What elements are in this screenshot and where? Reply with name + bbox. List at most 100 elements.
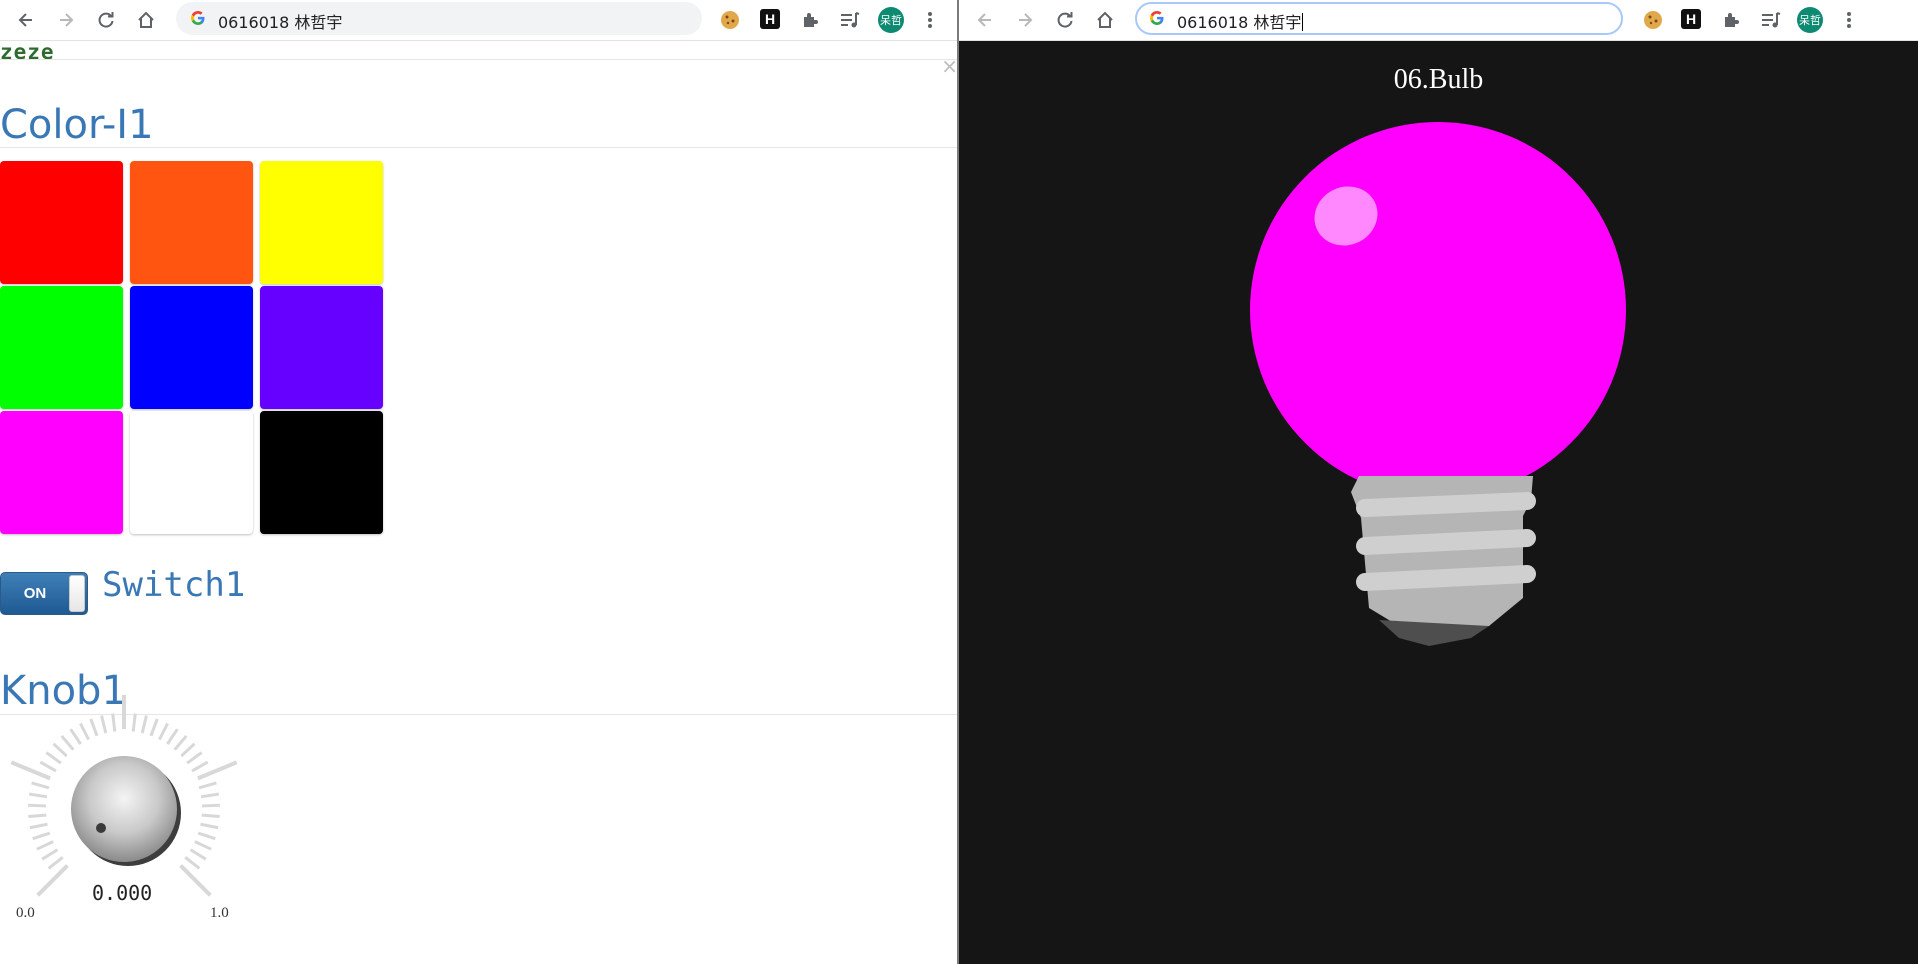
knob-tick	[28, 792, 48, 799]
address-bar[interactable]: 0616018 林哲宇	[1135, 2, 1623, 35]
header-divider	[0, 59, 958, 60]
color-swatch-black[interactable]	[260, 411, 383, 534]
knob-tick	[200, 792, 220, 799]
right-browser-window: 0616018 林哲宇 H 呆哲 06.Bulb	[959, 0, 1918, 964]
knob-tick	[180, 742, 196, 758]
knob-tick	[100, 715, 108, 734]
color-swatch-red[interactable]	[0, 161, 123, 284]
knob-tick	[39, 760, 57, 773]
knob-tick	[184, 856, 201, 870]
knob-tick	[45, 751, 62, 765]
knob-tick	[194, 840, 212, 851]
knob-tick	[191, 760, 209, 773]
bulb-title: 06.Bulb	[1393, 64, 1484, 95]
knob-max-label: 1.0	[210, 905, 229, 921]
dashboard-page: zeze × Color-I1 ON Switch1 Knob1 0.000 0…	[0, 40, 958, 964]
reload-icon[interactable]	[1051, 6, 1079, 34]
knob-tick	[28, 813, 47, 819]
toggle-handle	[69, 575, 85, 612]
cookie-extension-icon[interactable]	[716, 6, 744, 34]
h-extension-icon[interactable]: H	[760, 9, 780, 29]
knob-tick	[60, 735, 75, 751]
knob-tick	[69, 728, 82, 745]
knob-tick	[197, 831, 216, 841]
knob-tick	[36, 840, 54, 851]
screw-thread-1	[1356, 492, 1536, 517]
color-swatch-blue[interactable]	[130, 286, 253, 409]
avatar-text: 呆哲	[880, 14, 902, 27]
right-browser-toolbar: 0616018 林哲宇 H 呆哲	[959, 0, 1918, 41]
h-extension-icon[interactable]: H	[1681, 9, 1701, 29]
knob-tick	[189, 848, 207, 861]
reading-list-icon[interactable]	[1757, 6, 1785, 34]
reading-list-icon[interactable]	[836, 6, 864, 34]
left-browser-window: 0616018 林哲宇 H 呆哲 zeze × Color-I1 ON Swit…	[0, 0, 958, 964]
extensions-puzzle-icon[interactable]	[796, 6, 824, 34]
address-text: 0616018 林哲宇	[218, 13, 343, 32]
left-browser-toolbar: 0616018 林哲宇 H 呆哲	[0, 0, 958, 41]
address-text-value: 0616018 林哲宇	[1177, 13, 1302, 32]
knob-tick	[47, 856, 64, 870]
knob-tick	[158, 722, 169, 741]
google-icon	[191, 11, 205, 25]
knob-tick	[111, 713, 117, 732]
home-icon[interactable]	[1091, 6, 1119, 34]
screw-thread-3	[1356, 565, 1536, 591]
color-swatch-orange[interactable]	[130, 161, 253, 284]
switch1-toggle[interactable]: ON	[0, 572, 88, 615]
toggle-state-label: ON	[23, 585, 47, 602]
knob-tick	[198, 781, 217, 790]
light-bulb-illustration	[1250, 122, 1626, 646]
forward-icon[interactable]	[52, 6, 80, 34]
screw-thread-2	[1356, 529, 1536, 555]
knob-tick	[131, 713, 137, 732]
reload-icon[interactable]	[92, 6, 120, 34]
h-extension-label: H	[764, 11, 776, 27]
knob-body	[71, 756, 177, 862]
menu-kebab-icon[interactable]	[1835, 6, 1863, 34]
color-swatch-green[interactable]	[0, 286, 123, 409]
knob-tick	[32, 831, 51, 841]
color-swatch-magenta[interactable]	[0, 411, 123, 534]
address-text: 0616018 林哲宇	[1177, 9, 1304, 33]
color-section-title: Color-I1	[0, 102, 154, 148]
knob-tick	[179, 864, 212, 897]
google-icon	[1150, 11, 1164, 25]
avatar-text: 呆哲	[1799, 14, 1821, 27]
knob-tick	[140, 715, 148, 734]
close-icon[interactable]: ×	[941, 54, 958, 78]
h-extension-label: H	[1685, 11, 1697, 27]
profile-avatar[interactable]: 呆哲	[878, 7, 904, 33]
knob-indicator	[96, 823, 106, 833]
knob-tick	[79, 722, 90, 741]
switch1-label: Switch1	[102, 565, 246, 605]
profile-avatar[interactable]: 呆哲	[1797, 7, 1823, 33]
color-swatch-purple[interactable]	[260, 286, 383, 409]
knob-tick	[149, 718, 159, 737]
knob-tick	[201, 803, 220, 808]
bulb-glass	[1250, 122, 1626, 498]
knob-tick	[28, 803, 47, 808]
knob-tick	[36, 864, 69, 897]
color-swatch-white[interactable]	[130, 411, 253, 534]
color-section-divider	[0, 147, 958, 148]
knob1-dial[interactable]	[0, 695, 246, 964]
menu-kebab-icon[interactable]	[916, 6, 944, 34]
knob-tick	[200, 822, 219, 830]
forward-icon[interactable]	[1011, 6, 1039, 34]
back-icon[interactable]	[12, 6, 40, 34]
extensions-puzzle-icon[interactable]	[1717, 6, 1745, 34]
knob-tick	[166, 728, 179, 745]
back-icon[interactable]	[971, 6, 999, 34]
knob-tick	[41, 848, 59, 861]
knob-tick	[52, 742, 68, 758]
knob-tick	[173, 735, 188, 751]
knob-tick	[186, 751, 203, 765]
cookie-extension-icon[interactable]	[1639, 6, 1667, 34]
color-swatch-yellow[interactable]	[260, 161, 383, 284]
home-icon[interactable]	[132, 6, 160, 34]
knob-min-label: 0.0	[16, 905, 35, 921]
address-bar[interactable]: 0616018 林哲宇	[176, 2, 702, 35]
knob-tick	[201, 813, 220, 819]
knob-tick	[89, 718, 99, 737]
